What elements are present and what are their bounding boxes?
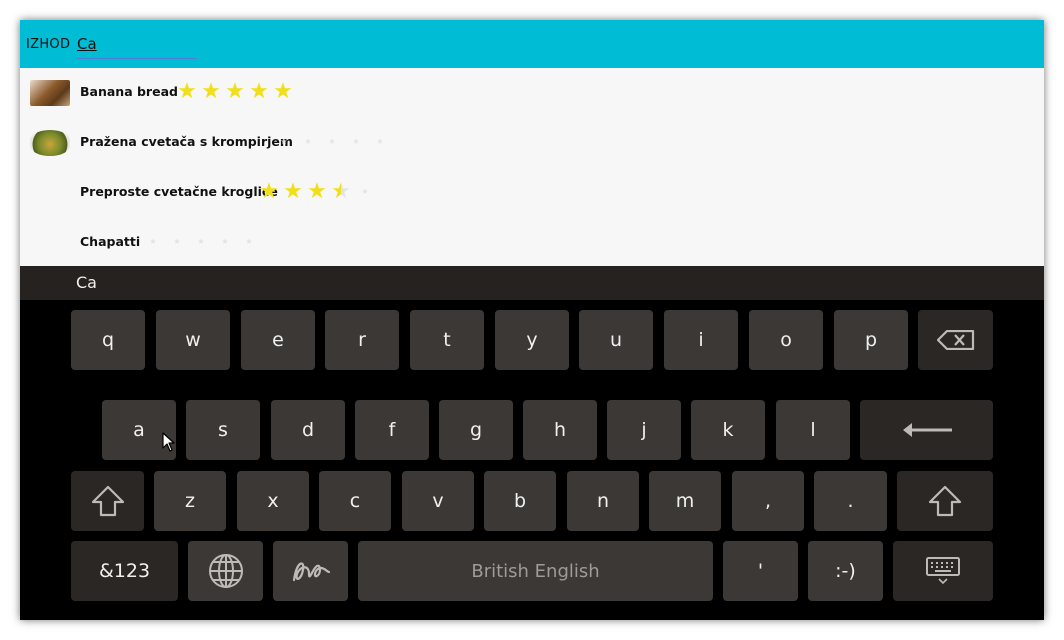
enter-key[interactable] (860, 400, 993, 460)
language-key[interactable] (188, 541, 263, 601)
key-x[interactable]: x (237, 471, 309, 531)
star-empty-icon: ★ (221, 237, 229, 246)
star-full-icon: ★ (259, 179, 279, 204)
key-i[interactable]: i (664, 310, 738, 370)
key-g[interactable]: g (439, 400, 513, 460)
symbols-key[interactable]: &123 (71, 541, 178, 601)
recipe-title: Preproste cvetačne kroglice (80, 184, 278, 199)
banana-bread-thumbnail (30, 80, 70, 106)
key-p[interactable]: p (834, 310, 908, 370)
star-empty-icon: ★ (376, 137, 384, 146)
key-r[interactable]: r (325, 310, 399, 370)
app-window: IZHOD Banana bread ★ ★ ★ ★ ★ Pražena cve… (20, 20, 1044, 620)
key-period[interactable]: . (814, 471, 887, 531)
exit-button[interactable]: IZHOD (26, 37, 70, 52)
rating-stars: ★ ★ ★ ★ ★ (257, 180, 377, 204)
key-v[interactable]: v (402, 471, 474, 531)
hide-keyboard-key[interactable] (893, 541, 993, 601)
key-q[interactable]: q (71, 310, 145, 370)
star-empty-icon: ★ (352, 137, 360, 146)
star-empty-icon: ★ (361, 187, 369, 196)
star-full-icon: ★ (177, 79, 197, 104)
globe-icon (208, 553, 244, 589)
on-screen-keyboard: q w e r t y u i o p a s d f g h j k l z … (20, 300, 1044, 620)
star-half-icon: ★ (329, 180, 353, 204)
shift-icon (928, 485, 962, 517)
star-empty-icon: ★ (149, 237, 157, 246)
key-j[interactable]: j (607, 400, 681, 460)
backspace-icon (936, 330, 975, 350)
star-full-icon: ★ (307, 179, 327, 204)
key-l[interactable]: l (776, 400, 850, 460)
key-smiley[interactable]: :-) (808, 541, 883, 601)
cauliflower-thumbnail (30, 130, 70, 156)
key-n[interactable]: n (567, 471, 639, 531)
rating-stars: ★ ★ ★ ★ ★ (175, 80, 295, 104)
key-h[interactable]: h (523, 400, 597, 460)
recipe-row[interactable]: Chapatti ★ ★ ★ ★ ★ (20, 218, 1044, 268)
space-key[interactable]: British English (358, 541, 713, 601)
shift-icon (91, 485, 125, 517)
star-empty-icon: ★ (280, 137, 288, 146)
star-full-icon: ★ (225, 79, 245, 104)
search-input[interactable] (77, 30, 197, 59)
handwriting-key[interactable] (273, 541, 348, 601)
key-d[interactable]: d (271, 400, 345, 460)
star-full-icon: ★ (201, 79, 221, 104)
key-m[interactable]: m (649, 471, 721, 531)
star-empty-icon: ★ (328, 137, 336, 146)
key-y[interactable]: y (495, 310, 569, 370)
handwriting-icon (291, 556, 331, 586)
suggestion-bar: Ca (20, 266, 1044, 300)
key-apostrophe[interactable]: ' (723, 541, 798, 601)
mouse-cursor-icon (162, 432, 176, 452)
shift-key-right[interactable] (897, 471, 993, 531)
star-full-icon: ★ (273, 79, 293, 104)
recipe-title: Banana bread (80, 84, 178, 99)
star-empty-icon: ★ (197, 237, 205, 246)
suggestion-item[interactable]: Ca (76, 273, 97, 292)
star-empty-icon: ★ (304, 137, 312, 146)
key-comma[interactable]: , (732, 471, 804, 531)
key-u[interactable]: u (579, 310, 653, 370)
star-full-icon: ★ (249, 79, 269, 104)
recipe-title: Pražena cvetača s krompirjem (80, 134, 293, 149)
recipe-row[interactable]: Pražena cvetača s krompirjem ★ ★ ★ ★ ★ (20, 118, 1044, 168)
key-b[interactable]: b (484, 471, 556, 531)
star-empty-icon: ★ (173, 237, 181, 246)
key-s[interactable]: s (186, 400, 260, 460)
rating-stars: ★ ★ ★ ★ ★ (272, 130, 392, 154)
star-empty-icon: ★ (245, 237, 253, 246)
key-f[interactable]: f (355, 400, 429, 460)
recipe-row[interactable]: Banana bread ★ ★ ★ ★ ★ (20, 68, 1044, 118)
key-t[interactable]: t (410, 310, 484, 370)
enter-icon (900, 420, 954, 440)
rating-stars: ★ ★ ★ ★ ★ (141, 230, 261, 254)
star-full-icon: ★ (283, 179, 303, 204)
recipe-list: Banana bread ★ ★ ★ ★ ★ Pražena cvetača s… (20, 68, 1044, 266)
key-e[interactable]: e (241, 310, 315, 370)
key-o[interactable]: o (749, 310, 823, 370)
key-c[interactable]: c (319, 471, 391, 531)
shift-key-left[interactable] (71, 471, 144, 531)
backspace-key[interactable] (918, 310, 993, 370)
key-k[interactable]: k (691, 400, 765, 460)
key-z[interactable]: z (154, 471, 226, 531)
hide-keyboard-icon (925, 556, 961, 586)
recipe-title: Chapatti (80, 234, 141, 249)
key-w[interactable]: w (156, 310, 230, 370)
recipe-row[interactable]: Preproste cvetačne kroglice ★ ★ ★ ★ ★ (20, 168, 1044, 218)
top-bar: IZHOD (20, 20, 1044, 68)
